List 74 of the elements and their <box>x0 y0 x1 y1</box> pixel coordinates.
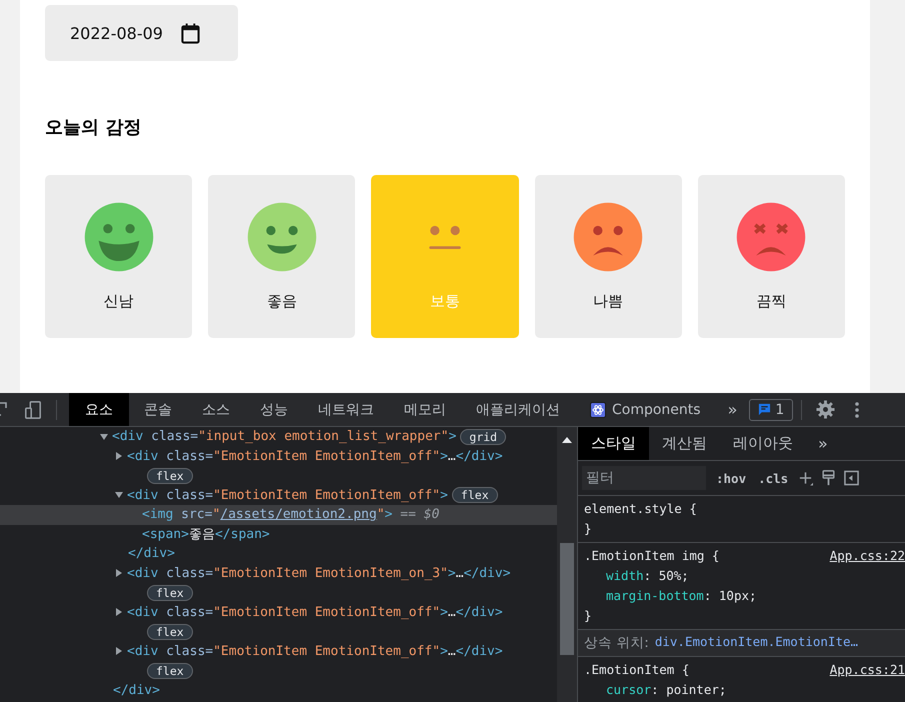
devtools-tab[interactable]: 소스 <box>187 393 245 426</box>
code-line[interactable]: <div class="EmotionItem EmotionItem_on_3">…</div> <box>0 564 557 583</box>
style-toggle-button[interactable]: :hov <box>714 470 748 486</box>
menu-icon[interactable] <box>855 400 860 418</box>
devtools-tab[interactable]: 네트워크 <box>303 393 389 426</box>
code-line[interactable]: <div class="EmotionItem EmotionItem_off">…</div> <box>0 642 557 661</box>
styles-tab[interactable]: 스타일 <box>578 427 649 460</box>
styles-tab[interactable]: 계산됨 <box>649 427 720 460</box>
expand-triangle-icon[interactable] <box>115 608 123 616</box>
expand-triangle-icon[interactable] <box>115 647 123 656</box>
element-link[interactable]: div.EmotionItem.EmotionIte… <box>654 634 858 652</box>
devtools-tab[interactable]: 메모리 <box>389 393 461 426</box>
layout-badge[interactable]: flex <box>452 487 498 504</box>
code-line[interactable]: <div class="EmotionItem EmotionItem_off">…</div> <box>0 602 557 622</box>
source-link[interactable]: App.css:22 <box>830 546 905 566</box>
emotion-label: 나쁨 <box>593 292 624 311</box>
devtools-tab[interactable]: Components <box>575 393 716 426</box>
message-icon <box>758 403 772 416</box>
layout-badge[interactable]: grid <box>460 428 506 445</box>
code-line[interactable]: <div class="EmotionItem EmotionItem_off"> flex <box>0 486 557 505</box>
emotion-label: 신남 <box>104 292 134 311</box>
closing-tag: </div> <box>113 682 160 698</box>
emotion-label: 좋음 <box>266 292 297 311</box>
filter-field[interactable]: 필터 <box>582 466 706 490</box>
sidebar-toggle-icon[interactable] <box>844 470 860 486</box>
scroll-up-icon[interactable] <box>562 437 572 443</box>
closing-tag: </div> <box>128 546 175 562</box>
source-link[interactable]: App.css:21 <box>830 660 905 680</box>
date-field[interactable]: 2022-08-09 <box>45 5 238 61</box>
devtools-tab[interactable]: 요소 <box>69 393 129 426</box>
emotion-card[interactable]: 끔찍 <box>698 175 846 338</box>
code-line[interactable]: <span>좋음</span> <box>0 524 557 544</box>
more-tabs-button[interactable]: » <box>806 434 840 453</box>
atom-icon <box>590 402 606 418</box>
expand-triangle-icon[interactable] <box>115 569 123 578</box>
collapse-triangle-icon[interactable] <box>100 432 108 441</box>
styles-tab[interactable]: 레이아웃 <box>720 427 806 460</box>
device-toolbar-icon[interactable] <box>24 400 42 418</box>
more-tabs-button[interactable]: » <box>716 400 750 419</box>
emotion-card[interactable]: 좋음 <box>208 175 356 338</box>
settings-icon[interactable] <box>816 400 836 419</box>
css-selector: .EmotionItem img { <box>584 547 720 565</box>
layout-badge[interactable]: flex <box>147 624 193 640</box>
emotion-card[interactable]: 신남 <box>45 175 192 338</box>
expand-triangle-icon[interactable] <box>115 452 123 460</box>
code-line[interactable]: <div class="EmotionItem EmotionItem_off">…</div> <box>0 446 557 466</box>
inherited-label: 상속 위치: <box>584 634 649 652</box>
devtools-tab[interactable]: 성능 <box>245 393 303 426</box>
devtools-tab[interactable]: 콘솔 <box>129 393 187 426</box>
file-link[interactable]: /assets/emotion2.png <box>220 507 377 522</box>
plus-icon[interactable] <box>798 470 814 486</box>
emotion-card[interactable]: 나쁨 <box>534 175 682 338</box>
devtools-tab[interactable]: 애플리케이션 <box>461 393 575 426</box>
section-title: 오늘의 감정 <box>45 116 142 140</box>
inspect-icon[interactable] <box>0 400 8 418</box>
collapse-triangle-icon[interactable] <box>115 491 123 500</box>
issues-button[interactable]: 1 <box>749 398 794 420</box>
code-line[interactable]: <div class="input_box emotion_list_wrapper"> grid <box>0 427 557 446</box>
css-selector: .EmotionItem { <box>584 661 690 679</box>
emotion-label: 보통 <box>430 292 460 311</box>
css-selector: element.style { <box>584 500 697 518</box>
calendar-icon[interactable] <box>180 22 200 44</box>
css-property[interactable]: width: 50%; <box>584 566 905 586</box>
emotion-label: 끔찍 <box>756 292 786 311</box>
paint-roller-icon[interactable] <box>821 470 836 486</box>
css-property[interactable]: cursor: pointer; <box>584 680 905 700</box>
scrollbar[interactable] <box>557 427 577 702</box>
layout-badge[interactable]: flex <box>147 468 193 484</box>
layout-badge[interactable]: flex <box>147 584 193 601</box>
css-property[interactable]: margin-bottom: 10px; <box>584 586 905 606</box>
layout-badge[interactable]: flex <box>147 662 193 679</box>
style-toggle-button[interactable]: .cls <box>756 470 790 486</box>
closing-brace: } <box>584 607 593 625</box>
closing-brace: } <box>584 520 593 538</box>
